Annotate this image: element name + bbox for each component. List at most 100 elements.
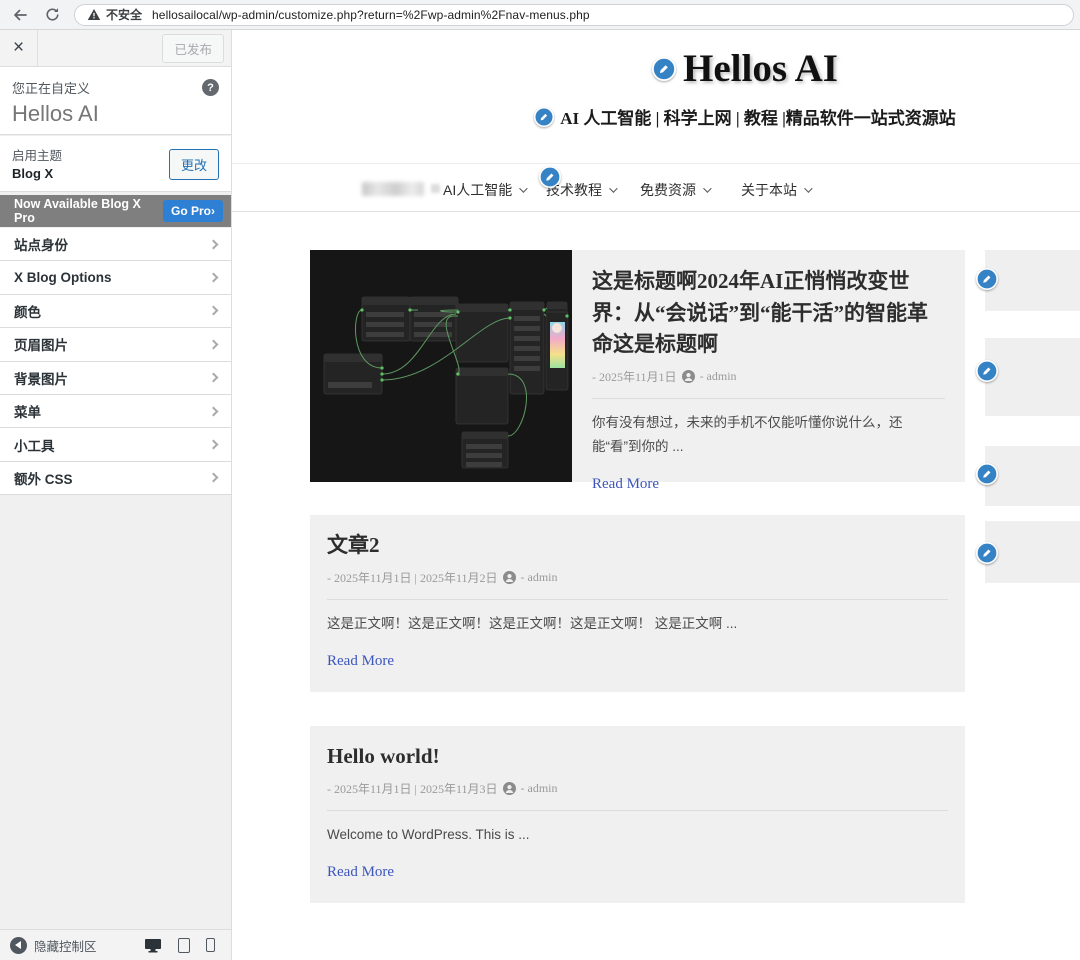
site-preview: Hellos AI AI 人工智能 | 科学上网 | 教程 |精品软件一站式资源… [232, 30, 1080, 960]
edit-widget-icon[interactable] [976, 268, 998, 290]
customizer-screen: 不安全 hellosailocal/wp-admin/customize.php… [0, 0, 1080, 960]
sidebar-item-additional-css[interactable]: 额外 CSS [0, 462, 231, 495]
post-author: - admin [521, 781, 558, 796]
sidebar-item-colors[interactable]: 颜色 [0, 295, 231, 328]
edit-tagline-icon[interactable] [534, 107, 554, 127]
customizer-section-list: 站点身份 X Blog Options 颜色 页眉图片 背景图片 菜单 [0, 228, 231, 495]
chevron-right-icon [209, 306, 219, 316]
sidebar-widget-placeholder[interactable] [985, 338, 1080, 416]
chevron-down-icon [609, 184, 617, 192]
post-author: - admin [700, 369, 737, 384]
published-button[interactable]: 已发布 [162, 34, 224, 63]
meta-divider [327, 599, 948, 600]
post-card: 这是标题啊2024年AI正悄悄改变世界：从“会说话”到“能干活”的智能革命这是标… [310, 250, 965, 482]
mobile-preview-icon[interactable] [206, 938, 215, 952]
edit-site-title-icon[interactable] [652, 57, 676, 81]
chevron-down-icon [703, 184, 711, 192]
site-tagline[interactable]: AI 人工智能 | 科学上网 | 教程 |精品软件一站式资源站 [560, 104, 956, 129]
sidebar-item-widgets[interactable]: 小工具 [0, 428, 231, 461]
post-date: - 2025年11月1日 | 2025年11月2日 [327, 569, 498, 586]
author-icon [503, 782, 516, 795]
desktop-preview-icon[interactable] [144, 938, 162, 953]
collapse-arrow-icon [15, 941, 21, 949]
post-author: - admin [521, 570, 558, 585]
post-excerpt: 这是正文啊！这是正文啊！这是正文啊！这是正文啊！ 这是正文啊 ... [327, 612, 948, 636]
close-customizer-button[interactable]: × [0, 30, 38, 66]
site-title[interactable]: Hellos AI [683, 46, 838, 91]
post-list: 这是标题啊2024年AI正悄悄改变世界：从“会说话”到“能干活”的智能革命这是标… [310, 250, 965, 937]
post-excerpt: 你有没有想过，未来的手机不仅能听懂你说什么，还能“看”到你的 ... [592, 411, 945, 460]
post-date: - 2025年11月1日 [592, 368, 677, 385]
edit-widget-icon[interactable] [976, 542, 998, 564]
sidebar-widget-placeholder[interactable] [985, 521, 1080, 583]
customizer-footer: 隐藏控制区 [0, 929, 231, 960]
post-card: 文章2 - 2025年11月1日 | 2025年11月2日 - admin 这是… [310, 515, 965, 692]
post-card: Hello world! - 2025年11月1日 | 2025年11月3日 -… [310, 726, 965, 903]
customizer-header: × 已发布 [0, 30, 231, 67]
back-button[interactable] [8, 3, 32, 27]
post-meta: - 2025年11月1日 | 2025年11月3日 - admin [327, 780, 948, 797]
not-secure-warning-icon [87, 8, 101, 21]
author-icon [503, 571, 516, 584]
reload-icon [45, 7, 60, 22]
customized-site-name: Hellos AI [12, 101, 219, 127]
site-header: Hellos AI AI 人工智能 | 科学上网 | 教程 |精品软件一站式资源… [395, 46, 1080, 129]
meta-divider [592, 398, 945, 399]
customizer-panel: × 已发布 您正在自定义 Hellos AI ? 启用主题 Blog X 更改 … [0, 30, 232, 960]
chevron-right-icon [209, 406, 219, 416]
read-more-link[interactable]: Read More [327, 653, 394, 670]
chevron-down-icon [519, 184, 527, 192]
tablet-preview-icon[interactable] [178, 938, 190, 953]
chevron-right-icon [209, 373, 219, 383]
meta-divider [327, 810, 948, 811]
security-label: 不安全 [106, 6, 142, 23]
back-arrow-icon [12, 7, 28, 23]
post-title[interactable]: 这是标题啊2024年AI正悄悄改变世界：从“会说话”到“能干活”的智能革命这是标… [592, 266, 945, 361]
change-theme-button[interactable]: 更改 [169, 149, 219, 180]
collapse-label: 隐藏控制区 [34, 936, 97, 955]
collapse-sidebar-button[interactable] [10, 937, 27, 954]
customizing-label: 您正在自定义 [12, 78, 219, 97]
sidebar-widget-placeholder[interactable] [985, 446, 1080, 506]
post-title[interactable]: 文章2 [327, 530, 948, 562]
sidebar-item-header-image[interactable]: 页眉图片 [0, 328, 231, 361]
browser-toolbar: 不安全 hellosailocal/wp-admin/customize.php… [0, 0, 1080, 30]
sidebar-item-menus[interactable]: 菜单 [0, 395, 231, 428]
chevron-right-icon [209, 273, 219, 283]
help-icon[interactable]: ? [202, 79, 219, 96]
node-graph-image [310, 250, 572, 482]
main-navigation: AI人工智能 技术教程 免费资源 关于本站 [232, 163, 1080, 212]
edit-widget-icon[interactable] [976, 360, 998, 382]
post-meta: - 2025年11月1日 - admin [592, 368, 945, 385]
pro-upsell-banner: Now Available Blog X Pro Go Pro› [0, 195, 231, 227]
nav-item-ai[interactable]: AI人工智能 [443, 180, 525, 200]
read-more-link[interactable]: Read More [327, 864, 394, 881]
sidebar-item-x-blog-options[interactable]: X Blog Options [0, 261, 231, 294]
read-more-link[interactable]: Read More [592, 476, 659, 493]
reload-button[interactable] [40, 3, 64, 27]
post-meta: - 2025年11月1日 | 2025年11月2日 - admin [327, 569, 948, 586]
address-bar[interactable]: 不安全 hellosailocal/wp-admin/customize.php… [74, 4, 1074, 26]
blurred-nav-item[interactable] [362, 182, 424, 196]
edit-menu-icon[interactable] [539, 166, 561, 188]
go-pro-button[interactable]: Go Pro› [163, 200, 223, 222]
post-title[interactable]: Hello world! [327, 741, 948, 773]
nav-item-free-resources[interactable]: 免费资源 [640, 180, 709, 200]
post-excerpt: Welcome to WordPress. This is ... [327, 823, 948, 847]
customizing-info-section: 您正在自定义 Hellos AI ? [0, 67, 231, 135]
chevron-right-icon [209, 440, 219, 450]
edit-widget-icon[interactable] [976, 463, 998, 485]
chevron-right-icon [209, 473, 219, 483]
sidebar-widget-placeholder[interactable] [985, 250, 1080, 311]
post-date: - 2025年11月1日 | 2025年11月3日 [327, 780, 498, 797]
active-theme-section: 启用主题 Blog X 更改 [0, 136, 231, 192]
nav-item-about[interactable]: 关于本站 [741, 180, 810, 200]
chevron-down-icon [804, 184, 812, 192]
chevron-right-icon [209, 239, 219, 249]
sidebar-item-site-identity[interactable]: 站点身份 [0, 228, 231, 261]
chevron-right-icon [209, 339, 219, 349]
author-icon [682, 370, 695, 383]
url-text: hellosailocal/wp-admin/customize.php?ret… [152, 8, 590, 22]
post-thumbnail-node-graph[interactable] [310, 250, 572, 482]
sidebar-item-background-image[interactable]: 背景图片 [0, 362, 231, 395]
